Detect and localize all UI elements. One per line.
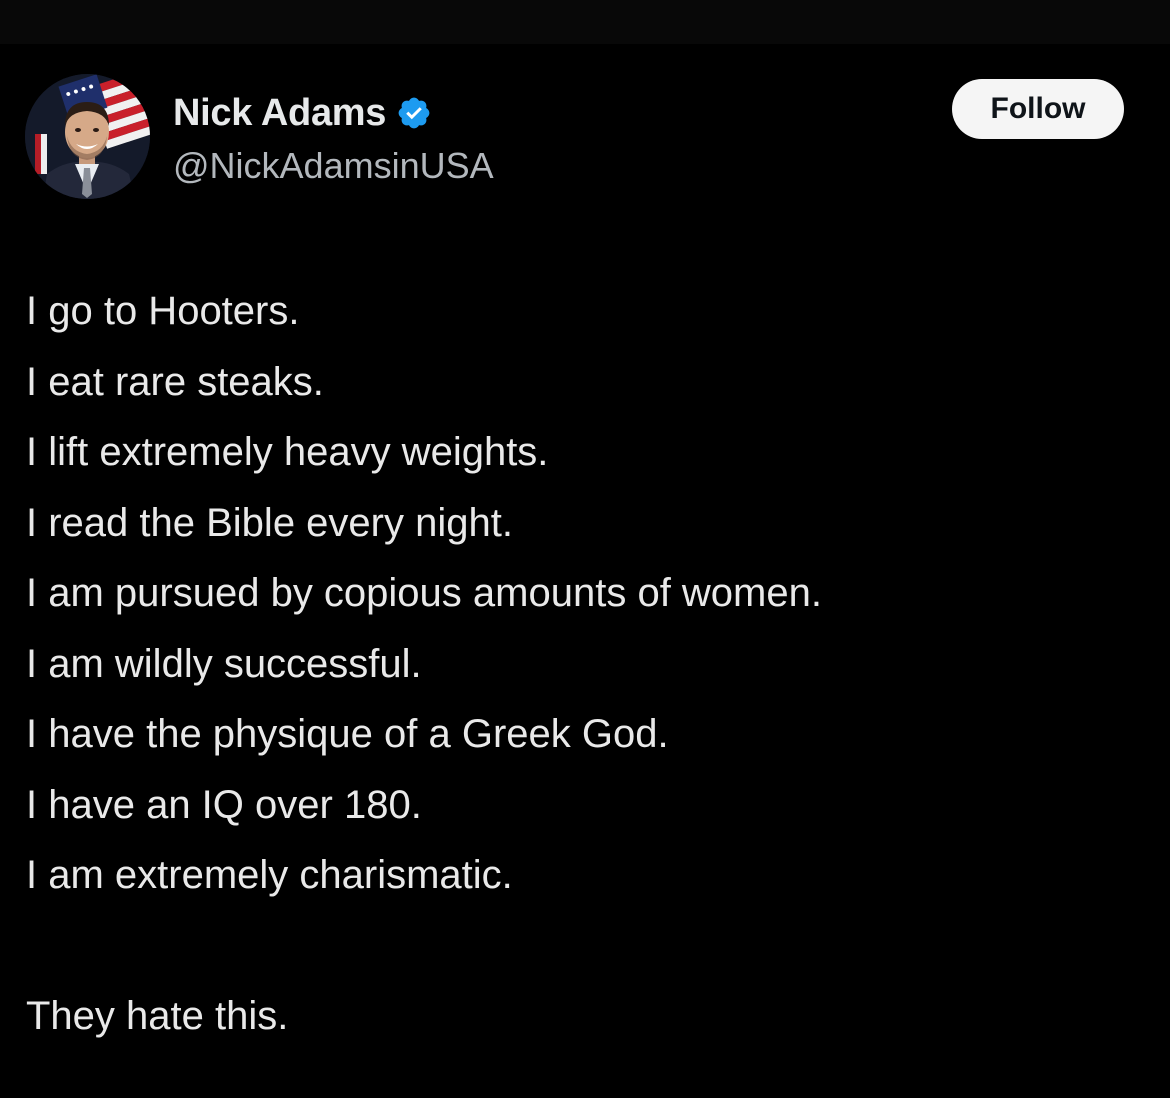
post-line: I am wildly successful. [26, 641, 422, 686]
author-name-row: Nick Adams [173, 91, 432, 135]
post-text: I go to Hooters. I eat rare steaks. I li… [26, 276, 1146, 1051]
top-strip [0, 0, 1170, 44]
post-closing-line: They hate this. [26, 993, 289, 1038]
post-line: I eat rare steaks. [26, 359, 324, 404]
author-handle[interactable]: @NickAdamsinUSA [173, 145, 494, 187]
follow-button[interactable]: Follow [952, 79, 1124, 139]
post-card: Nick Adams @NickAdamsinUSA Follow I go t… [0, 44, 1170, 1098]
avatar[interactable] [25, 74, 150, 199]
post-line: I read the Bible every night. [26, 500, 513, 545]
author-display-name[interactable]: Nick Adams [173, 92, 386, 135]
post-line: I have an IQ over 180. [26, 782, 422, 827]
verified-badge-icon [396, 95, 432, 131]
post-line: I have the physique of a Greek God. [26, 712, 669, 756]
profile-photo-avatar-icon [25, 74, 150, 199]
post-line: I am pursued by copious amounts of women… [26, 571, 822, 615]
post-line: I am extremely charismatic. [26, 853, 513, 897]
post-line: I lift extremely heavy weights. [26, 430, 549, 474]
post-line: I go to Hooters. [26, 289, 300, 333]
